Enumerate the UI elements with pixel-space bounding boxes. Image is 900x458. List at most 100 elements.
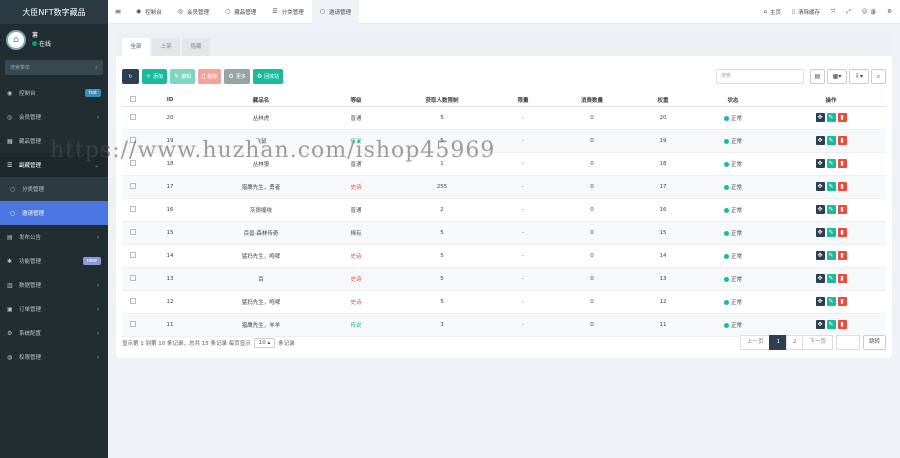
drag-sort-icon[interactable]: ✥ xyxy=(815,274,825,283)
drag-sort-icon[interactable]: ✥ xyxy=(815,251,825,260)
drag-sort-icon[interactable]: ✥ xyxy=(815,320,825,329)
delete-row-icon[interactable]: ▮ xyxy=(837,320,847,329)
menu-toggle-icon[interactable]: ≡ xyxy=(108,7,128,16)
edit-row-icon[interactable]: ✎ xyxy=(826,136,836,145)
delete-row-icon[interactable]: ▮ xyxy=(837,136,847,145)
delete-row-icon[interactable]: ▮ xyxy=(837,297,847,306)
drag-sort-icon[interactable]: ✥ xyxy=(815,182,825,191)
col-status[interactable]: 状态 xyxy=(690,94,776,107)
col-limit[interactable]: 获取人数限制 xyxy=(386,94,498,107)
col-id[interactable]: ID xyxy=(144,94,196,107)
edit-button[interactable]: ✎ 编辑 xyxy=(170,69,196,84)
export-dropdown-icon[interactable]: ⇩▾ xyxy=(849,69,869,84)
table-row[interactable]: 20 丛林虎 普通 5-0 20 正常 ✥ ✎ ▮ xyxy=(122,106,886,130)
clear-cache-button[interactable]: ▯ 清除缓存 xyxy=(792,8,820,16)
page-jump-button[interactable]: 跳转 xyxy=(862,335,886,350)
sidebar-item-members[interactable]: ◎ 会员管理 ‹ xyxy=(0,105,108,129)
page-jump-input[interactable] xyxy=(835,335,860,350)
edit-row-icon[interactable]: ✎ xyxy=(826,205,836,214)
sidebar-item-dashboard[interactable]: ◉ 控制台 hot xyxy=(0,81,108,105)
sidebar-item-system[interactable]: ⚙ 系统配置 ‹ xyxy=(0,321,108,345)
user-menu[interactable]: ☺ 录 xyxy=(862,8,876,16)
refresh-button[interactable]: ↻ xyxy=(122,69,139,84)
table-row[interactable]: 16 灰狼缠绕 普通 2-0 16 正常 ✥ ✎ ▮ xyxy=(122,198,886,222)
row-checkbox[interactable] xyxy=(122,175,144,199)
page-2-button[interactable]: 2 xyxy=(785,335,804,350)
prev-page-button[interactable]: 上一页 xyxy=(739,335,771,350)
translate-icon[interactable]: ⤧ xyxy=(831,9,835,16)
row-checkbox[interactable] xyxy=(122,290,144,314)
home-link[interactable]: ⌂ 主页 xyxy=(763,8,781,16)
table-search-input[interactable]: 搜索 xyxy=(716,69,804,84)
page-1-button[interactable]: 1 xyxy=(769,335,787,350)
edit-row-icon[interactable]: ✎ xyxy=(826,228,836,237)
delete-row-icon[interactable]: ▮ xyxy=(837,182,847,191)
table-row[interactable]: 17 猎鹰先生，勇者 史诗 255-0 17 正常 ✥ ✎ ▮ xyxy=(122,175,886,199)
sidebar-item-permissions[interactable]: ◍ 权限管理 ‹ xyxy=(0,345,108,369)
drag-sort-icon[interactable]: ✥ xyxy=(815,136,825,145)
row-checkbox[interactable] xyxy=(122,106,144,130)
tab-listed[interactable]: 上架 xyxy=(152,38,180,56)
select-all-checkbox[interactable] xyxy=(122,94,144,107)
fullscreen-icon[interactable]: ⤢ xyxy=(846,9,850,16)
drag-sort-icon[interactable]: ✥ xyxy=(815,297,825,306)
table-row[interactable]: 11 猎鹰先生，羊羊 传说 3-0 11 正常 ✥ ✎ ▮ xyxy=(122,313,886,337)
col-level[interactable]: 等级 xyxy=(326,94,386,107)
table-row[interactable]: 13 百史诗 5-0 13 正常 ✥ ✎ ▮ xyxy=(122,267,886,291)
edit-row-icon[interactable]: ✎ xyxy=(826,251,836,260)
tab-members[interactable]: ◎ 会员管理 xyxy=(170,0,217,24)
sidebar-search-input[interactable]: 搜索菜单 ⌕ xyxy=(5,60,103,75)
delete-row-icon[interactable]: ▮ xyxy=(837,251,847,260)
drag-sort-icon[interactable]: ✥ xyxy=(815,205,825,214)
sidebar-item-orders[interactable]: ▣ 订单管理 ‹ xyxy=(0,297,108,321)
advanced-search-icon[interactable]: ⌕ xyxy=(871,69,886,84)
delete-row-icon[interactable]: ▮ xyxy=(837,205,847,214)
edit-row-icon[interactable]: ✎ xyxy=(826,159,836,168)
recycle-bin-button[interactable]: ♻ 回收站 xyxy=(252,69,284,84)
sidebar-item-data[interactable]: ▥ 数据管理 ‹ xyxy=(0,273,108,297)
add-button[interactable]: + 添加 xyxy=(142,69,168,84)
app-brand[interactable]: 大臣NFT数字藏品 xyxy=(0,0,108,24)
col-quota[interactable]: 限量 xyxy=(498,94,548,107)
drag-sort-icon[interactable]: ✥ xyxy=(815,228,825,237)
table-row[interactable]: 12 猛犸先生，咆哮 史诗 5-0 12 正常 ✥ ✎ ▮ xyxy=(122,290,886,314)
more-button[interactable]: ⚙ 更多 xyxy=(224,69,250,84)
edit-row-icon[interactable]: ✎ xyxy=(826,113,836,122)
delete-row-icon[interactable]: ▮ xyxy=(837,159,847,168)
edit-row-icon[interactable]: ✎ xyxy=(826,320,836,329)
tab-all[interactable]: 全部 xyxy=(122,38,150,56)
search-icon[interactable]: ⌕ xyxy=(95,65,98,71)
row-checkbox[interactable] xyxy=(122,221,144,245)
page-size-select[interactable]: 10 ▴ xyxy=(253,338,276,348)
toggle-view-icon[interactable]: ▤ xyxy=(810,69,825,84)
sidebar-item-invites[interactable]: ○ 邀请管理 xyxy=(0,201,108,225)
col-consumed[interactable]: 消费数量 xyxy=(548,94,636,107)
table-row[interactable]: 14 猛犸先生，咆哮 史诗 5-0 14 正常 ✥ ✎ ▮ xyxy=(122,244,886,268)
columns-dropdown-icon[interactable]: ▦▾ xyxy=(827,69,847,84)
drag-sort-icon[interactable]: ✥ xyxy=(815,113,825,122)
col-weight[interactable]: 权重 xyxy=(636,94,690,107)
edit-row-icon[interactable]: ✎ xyxy=(826,274,836,283)
settings-icon[interactable]: ⚙ xyxy=(887,9,892,15)
row-checkbox[interactable] xyxy=(122,267,144,291)
tab-dashboard[interactable]: ◉ 控制台 xyxy=(128,0,170,24)
edit-row-icon[interactable]: ✎ xyxy=(826,297,836,306)
drag-sort-icon[interactable]: ✥ xyxy=(815,159,825,168)
table-row[interactable]: 15 百兽·森林传奇 稀有 5-0 15 正常 ✥ ✎ ▮ xyxy=(122,221,886,245)
row-checkbox[interactable] xyxy=(122,198,144,222)
sidebar-item-features[interactable]: ✱ 功能管理 new xyxy=(0,249,108,273)
delete-row-icon[interactable]: ▮ xyxy=(837,228,847,237)
tab-collections[interactable]: ○ 藏品管理 xyxy=(217,0,264,24)
tab-invites[interactable]: ○ 邀请管理 xyxy=(311,0,359,24)
next-page-button[interactable]: 下一页 xyxy=(802,335,833,350)
tab-hidden[interactable]: 隐藏 xyxy=(182,38,210,56)
sidebar-item-categories[interactable]: ○ 分类管理 xyxy=(0,177,108,201)
edit-row-icon[interactable]: ✎ xyxy=(826,182,836,191)
delete-row-icon[interactable]: ▮ xyxy=(837,113,847,122)
row-checkbox[interactable] xyxy=(122,313,144,337)
delete-button[interactable]: ▯ 删除 xyxy=(198,69,222,84)
row-checkbox[interactable] xyxy=(122,244,144,268)
tab-categories[interactable]: ☰ 分类管理 xyxy=(264,0,311,24)
col-name[interactable]: 藏品名 xyxy=(196,94,326,107)
sidebar-item-announcements[interactable]: ▤ 发布公告 ‹ xyxy=(0,225,108,249)
